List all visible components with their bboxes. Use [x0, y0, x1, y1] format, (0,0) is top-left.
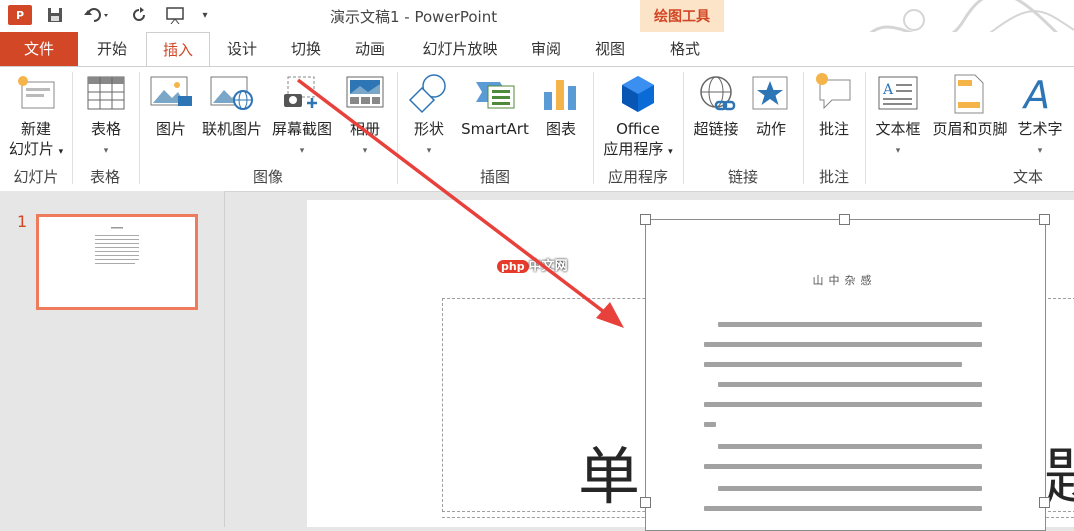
annotation-arrow	[296, 78, 624, 328]
